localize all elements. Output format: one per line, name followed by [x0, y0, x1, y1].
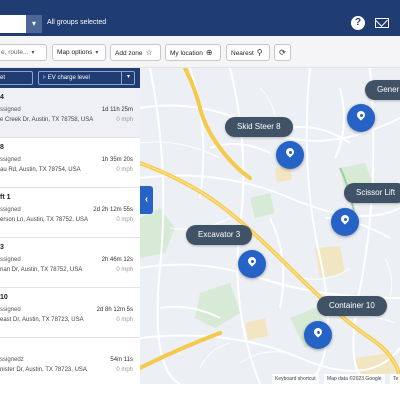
refresh-icon: ⟳: [279, 48, 286, 57]
asset-status: ssigned: [0, 307, 21, 313]
panel-filter-bar: et ⊧ EV charge level ▾: [0, 68, 140, 88]
asset-list-panel: et ⊧ EV charge level ▾ 4 ssigned 1d 11h …: [0, 68, 140, 384]
bottom-strip: [0, 384, 400, 400]
keyboard-shortcuts-link[interactable]: Keyboard shortcut: [272, 374, 319, 384]
map-options-label: Map options: [57, 49, 93, 56]
asset-status: ssigned: [0, 157, 21, 163]
chevron-down-icon[interactable]: ▾: [26, 15, 42, 33]
asset-item[interactable]: 3 ssigned 2h 46m 12s nan Dr, Austin, TX …: [0, 238, 140, 288]
asset-address: erson Ln, Austin, TX 78752, USA: [0, 217, 88, 223]
asset-speed: 0 mph: [116, 167, 133, 173]
map-pin-icon[interactable]: [331, 208, 359, 236]
sort-filter-label: et: [0, 75, 6, 81]
search-input-placeholder: e, route...: [1, 49, 29, 56]
groups-selected-label: All groups selected: [47, 19, 107, 26]
refresh-button[interactable]: ⟳: [274, 44, 291, 61]
asset-name: 10: [0, 294, 8, 301]
mail-icon[interactable]: [375, 18, 389, 28]
asset-address: au Rd, Austin, TX 78754, USA: [0, 167, 81, 173]
search-input[interactable]: e, route... ▾: [0, 44, 47, 61]
asset-duration: 2d 8h 12m 5s: [96, 307, 133, 313]
asset-duration: 1h 35m 20s: [101, 157, 133, 163]
collapse-panel-button[interactable]: ‹: [140, 186, 153, 214]
chevron-down-icon[interactable]: ▾: [121, 71, 135, 85]
asset-name: 3: [0, 244, 4, 251]
asset-speed: 0 mph: [116, 217, 133, 223]
map-data-attribution: Map data ©2023 Google: [324, 374, 385, 384]
asset-speed: 0 mph: [116, 367, 133, 373]
crosshair-icon: ⊕: [205, 48, 213, 57]
map-label-scissor-lift[interactable]: Scissor Lift: [344, 183, 400, 203]
ev-charge-filter-label: EV charge level: [47, 75, 90, 81]
asset-name: 4: [0, 94, 4, 101]
asset-duration: 2d 2h 12m 55s: [93, 207, 133, 213]
star-icon: ☆: [145, 48, 153, 57]
nearest-label: Nearest: [231, 50, 254, 57]
add-zone-label: Add zone: [115, 50, 143, 57]
asset-speed: 0 mph: [116, 117, 133, 123]
map-options-button[interactable]: Map options ▾: [52, 44, 106, 61]
asset-item[interactable]: ft 1 ssigned 2d 2h 12m 55s erson Ln, Aus…: [0, 188, 140, 238]
map-label-generator[interactable]: Gener: [365, 80, 400, 100]
asset-item[interactable]: ssignedz 54m 11s nister Dr, Austin, TX 7…: [0, 338, 140, 384]
asset-item[interactable]: 4 ssigned 1d 11h 25m e Creek Dr, Austin,…: [0, 88, 140, 138]
asset-address: east Dr, Austin, TX 78723, USA: [0, 317, 84, 323]
asset-duration: 1d 11h 25m: [101, 107, 133, 113]
asset-name: ft 1: [0, 194, 11, 201]
sort-filter-button[interactable]: et: [0, 71, 33, 85]
asset-status: ssignedz: [0, 357, 24, 363]
map-canvas[interactable]: Gener Skid Steer 8 Scissor Lift Excavato…: [140, 68, 400, 384]
map-label-skid-steer[interactable]: Skid Steer 8: [225, 117, 293, 137]
my-location-button[interactable]: My location ⊕: [165, 44, 221, 61]
nearest-button[interactable]: Nearest ⚲: [226, 44, 270, 61]
add-zone-button[interactable]: Add zone ☆: [110, 44, 161, 61]
map-pin-icon[interactable]: [347, 104, 375, 132]
asset-item[interactable]: 10 ssigned 2d 8h 12m 5s east Dr, Austin,…: [0, 288, 140, 338]
asset-item[interactable]: 8 ssigned 1h 35m 20s au Rd, Austin, TX 7…: [0, 138, 140, 188]
asset-duration: 54m 11s: [110, 357, 133, 363]
my-location-label: My location: [170, 50, 203, 57]
map-label-excavator[interactable]: Excavator 3: [186, 225, 253, 245]
person-pin-icon: ⚲: [256, 48, 263, 57]
asset-status: ssigned: [0, 257, 21, 263]
chevron-down-icon: ▾: [31, 50, 35, 56]
map-pin-icon[interactable]: [304, 321, 332, 349]
help-icon[interactable]: ?: [351, 16, 365, 30]
asset-address: nister Dr, Austin, TX 78723, USA: [0, 367, 87, 373]
asset-address: nan Dr, Austin, TX 78752, USA: [0, 267, 83, 273]
asset-duration: 2h 46m 12s: [101, 257, 133, 263]
asset-name: 8: [0, 144, 4, 151]
asset-address: e Creek Dr, Austin, TX 78758, USA: [0, 117, 94, 123]
chevron-down-icon: ▾: [95, 50, 99, 56]
map-pin-icon[interactable]: [276, 141, 304, 169]
asset-status: ssigned: [0, 107, 21, 113]
map-label-container[interactable]: Container 10: [317, 296, 387, 316]
terms-link[interactable]: Te: [390, 374, 400, 384]
top-header: [0, 0, 400, 36]
asset-speed: 0 mph: [116, 267, 133, 273]
asset-speed: 0 mph: [116, 317, 133, 323]
asset-status: ssigned: [0, 207, 21, 213]
map-pin-icon[interactable]: [238, 250, 266, 278]
